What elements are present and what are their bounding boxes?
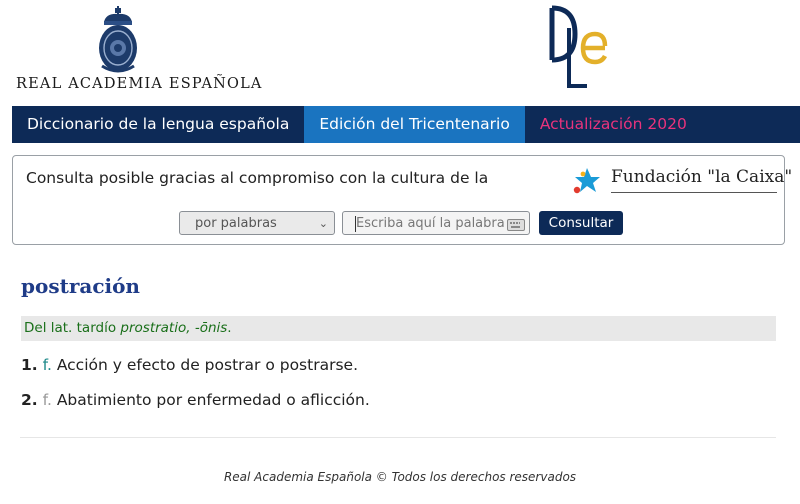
search-input-placeholder: Escriba aquí la palabra — [356, 216, 505, 231]
search-input[interactable]: Escriba aquí la palabra — [342, 211, 530, 235]
crest-icon — [99, 6, 137, 73]
rae-logo-text: REAL ACADEMIA ESPAÑOLA — [16, 76, 263, 92]
tab-tricentenario[interactable]: Edición del Tricentenario — [304, 106, 525, 143]
search-mode-value: por palabras — [195, 216, 277, 231]
caixa-star-icon — [573, 168, 600, 194]
sense-category[interactable]: f. — [43, 391, 52, 409]
sense-number: 2. — [21, 391, 38, 409]
sense-number: 1. — [21, 356, 38, 374]
sponsor-text: Consulta posible gracias al compromiso c… — [26, 169, 489, 187]
tab-actualizacion[interactable]: Actualización 2020 — [525, 106, 702, 143]
tab-diccionario[interactable]: Diccionario de la lengua española — [12, 106, 304, 143]
etymology-prefix: Del lat. tardío — [24, 320, 117, 336]
caixa-logo[interactable]: Fundación "la Caixa" — [569, 164, 792, 196]
entry-headword: postración — [21, 274, 140, 298]
sense-definition: Acción y efecto de postrar o postrarse. — [56, 356, 358, 374]
sense-category[interactable]: f. — [43, 356, 52, 374]
etymology-suffix: . — [227, 320, 232, 336]
dle-logo[interactable] — [545, 2, 609, 94]
caixa-logo-text: Fundación "la Caixa" — [611, 167, 793, 187]
chevron-down-icon: ⌄ — [318, 217, 328, 230]
search-panel: Consulta posible gracias al compromiso c… — [12, 155, 792, 245]
sense-2: 2. f. Abatimiento por enfermedad o aflic… — [21, 391, 370, 409]
rae-logo[interactable]: REAL ACADEMIA ESPAÑOLA — [16, 6, 261, 96]
content-divider — [20, 437, 776, 438]
site-header: REAL ACADEMIA ESPAÑOLA — [0, 0, 800, 106]
search-button[interactable]: Consultar — [539, 211, 623, 235]
sense-1: 1. f. Acción y efecto de postrar o postr… — [21, 356, 358, 374]
caixa-logo-rule — [611, 192, 777, 193]
sense-definition: Abatimiento por enfermedad o aflicción. — [56, 391, 370, 409]
etymology-form[interactable]: prostratio, -ōnis — [120, 320, 227, 336]
footer-text: Real Academia Española © Todos los derec… — [223, 470, 577, 484]
search-mode-select[interactable]: por palabras ⌄ — [179, 211, 335, 235]
dle-logo-mark — [549, 5, 608, 88]
etymology: Del lat. tardío prostratio, -ōnis. — [21, 316, 776, 341]
text-caret — [355, 216, 356, 232]
keyboard-icon[interactable] — [507, 219, 525, 231]
main-nav: Diccionario de la lengua española Edició… — [12, 106, 800, 143]
